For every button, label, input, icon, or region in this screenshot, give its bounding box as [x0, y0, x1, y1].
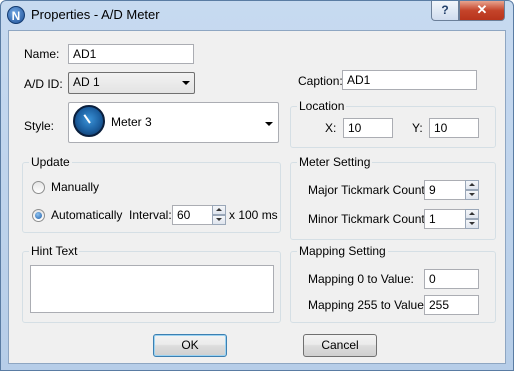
interval-unit-label: x 100 ms	[229, 208, 278, 222]
name-label: Name:	[24, 47, 60, 61]
automatically-radio[interactable]	[32, 209, 45, 222]
caption-input[interactable]	[342, 70, 477, 90]
interval-spinner[interactable]	[212, 205, 226, 225]
blue-meter-gauge-icon	[73, 105, 105, 137]
hint-text-group: Hint Text	[22, 244, 281, 323]
manually-radio[interactable]	[32, 181, 45, 194]
update-group: Update Manually Automatically Interval: …	[22, 155, 281, 233]
ad-id-dropdown[interactable]: AD 1	[68, 72, 195, 94]
ad-id-label: A/D ID:	[24, 77, 63, 91]
meter-setting-group: Meter Setting Major Tickmark Count: Mino…	[290, 155, 496, 240]
cancel-button[interactable]: Cancel	[303, 334, 377, 357]
minor-tickmark-input[interactable]	[424, 209, 466, 229]
automatically-label[interactable]: Automatically	[51, 208, 122, 222]
style-value: Meter 3	[111, 115, 152, 129]
style-dropdown[interactable]: Meter 3	[68, 102, 279, 143]
y-label: Y:	[412, 121, 423, 135]
minor-tickmark-spinner[interactable]	[465, 209, 479, 229]
mapping-setting-group-title: Mapping Setting	[297, 244, 388, 258]
close-button[interactable]: ✕	[459, 1, 505, 21]
mapping-0-input[interactable]	[424, 269, 479, 289]
hint-text-input[interactable]	[30, 265, 274, 313]
manually-label[interactable]: Manually	[51, 180, 99, 194]
name-input[interactable]	[68, 44, 194, 64]
update-group-title: Update	[29, 155, 72, 169]
interval-input[interactable]	[172, 205, 213, 225]
mapping-255-label: Mapping 255 to Value:	[308, 298, 428, 312]
chevron-down-icon	[182, 81, 190, 85]
meter-setting-group-title: Meter Setting	[297, 155, 373, 169]
location-group: Location X: Y:	[290, 99, 496, 148]
location-y-input[interactable]	[429, 118, 479, 138]
window-title: Properties - A/D Meter	[31, 7, 160, 22]
mapping-255-input[interactable]	[424, 295, 479, 315]
mapping-setting-group: Mapping Setting Mapping 0 to Value: Mapp…	[290, 244, 496, 323]
x-label: X:	[325, 121, 337, 135]
chevron-down-icon	[265, 122, 273, 126]
location-x-input[interactable]	[343, 118, 393, 138]
major-tickmark-label: Major Tickmark Count:	[308, 183, 429, 197]
major-tickmark-input[interactable]	[424, 180, 466, 200]
help-button[interactable]: ?	[431, 1, 459, 21]
ad-id-value: AD 1	[73, 75, 100, 89]
style-label: Style:	[24, 119, 55, 133]
hint-text-group-title: Hint Text	[29, 244, 80, 258]
minor-tickmark-label: Minor Tickmark Count:	[308, 212, 429, 226]
major-tickmark-spinner[interactable]	[465, 180, 479, 200]
properties-dialog: N Properties - A/D Meter ? ✕ Name: A/D I…	[0, 0, 514, 371]
mapping-0-label: Mapping 0 to Value:	[308, 272, 414, 286]
app-logo-icon: N	[7, 6, 25, 24]
caption-label: Caption:	[298, 74, 343, 88]
location-group-title: Location	[297, 99, 347, 113]
ok-button[interactable]: OK	[153, 334, 227, 357]
dialog-client-area: Name: A/D ID: AD 1 Caption: Style: Meter…	[8, 30, 506, 364]
interval-label: Interval:	[129, 208, 172, 222]
title-bar[interactable]: N Properties - A/D Meter ? ✕	[1, 1, 513, 29]
